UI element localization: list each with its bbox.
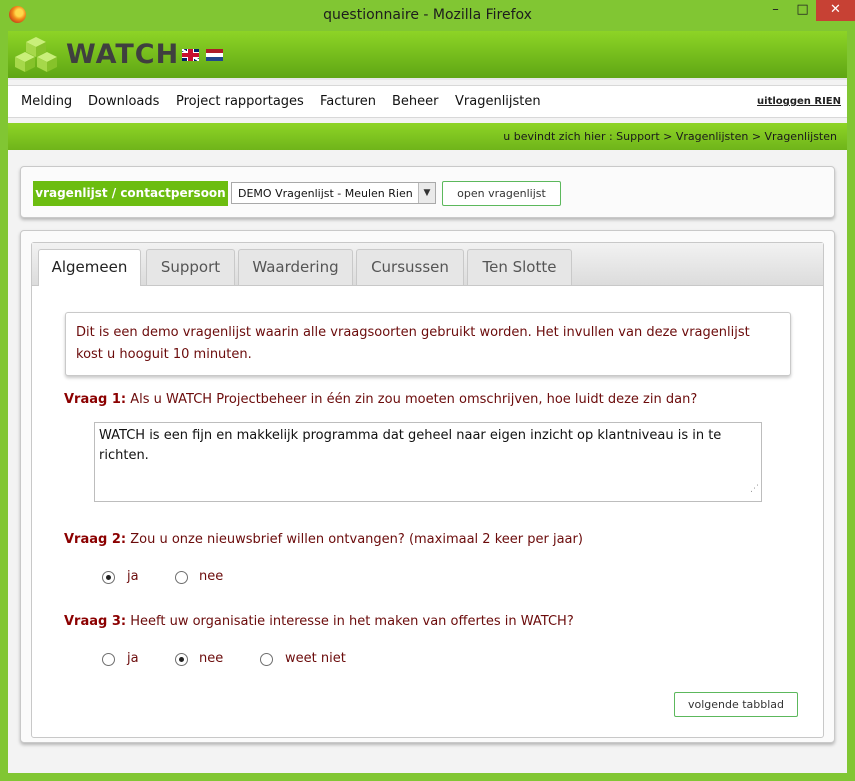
question-3-option-ja[interactable]: ja — [127, 651, 139, 666]
window-frame-left — [0, 31, 8, 781]
question-1-text: Als u WATCH Projectbeheer in één zin zou… — [130, 392, 698, 407]
questionnaire-selector-panel: vragenlijst / contactpersoon DEMO Vragen… — [20, 166, 835, 218]
window-title: questionnaire - Mozilla Firefox — [323, 7, 532, 23]
menu-item-vragenlijsten[interactable]: Vragenlijsten — [455, 94, 541, 109]
tab-waardering[interactable]: Waardering — [238, 249, 353, 285]
question-3-radio-nee[interactable] — [175, 653, 188, 666]
breadcrumb: u bevindt zich hier : Support > Vragenli… — [503, 130, 837, 143]
intro-text: Dit is een demo vragenlijst waarin alle … — [76, 325, 750, 362]
site-logo-text: WATCH — [66, 39, 180, 70]
chevron-down-icon[interactable]: ▼ — [418, 183, 435, 203]
question-2-option-ja[interactable]: ja — [127, 569, 139, 584]
tab-ten-slotte[interactable]: Ten Slotte — [467, 249, 572, 285]
window-frame-bottom — [0, 773, 855, 781]
menu-item-downloads[interactable]: Downloads — [88, 94, 159, 109]
breadcrumb-bar: u bevindt zich hier : Support > Vragenli… — [8, 123, 847, 150]
tab-support[interactable]: Support — [146, 249, 235, 285]
question-1-answer: WATCH is een fijn en makkelijk programma… — [99, 428, 722, 463]
question-3-radio-ja[interactable] — [102, 653, 115, 666]
questionnaire-panel: Algemeen Support Waardering Cursussen Te… — [20, 230, 835, 743]
questionnaire-select[interactable]: DEMO Vragenlijst - Meulen Rien ▼ — [231, 182, 436, 204]
close-window-button[interactable]: ✕ — [816, 0, 855, 21]
tabs-container: Algemeen Support Waardering Cursussen Te… — [31, 242, 824, 738]
question-2-radio-ja[interactable] — [102, 571, 115, 584]
question-2-text: Zou u onze nieuwsbrief willen ontvangen?… — [130, 532, 583, 547]
tab-strip: Algemeen Support Waardering Cursussen Te… — [32, 243, 823, 286]
english-flag-icon[interactable] — [182, 49, 199, 61]
window-frame-right — [847, 31, 855, 781]
question-3-option-nee[interactable]: nee — [199, 651, 223, 666]
questionnaire-select-value: DEMO Vragenlijst - Meulen Rien — [238, 187, 413, 200]
open-questionnaire-button[interactable]: open vragenlijst — [442, 181, 561, 206]
question-2-radio-nee[interactable] — [175, 571, 188, 584]
menu-item-facturen[interactable]: Facturen — [320, 94, 376, 109]
menu-item-project-rapportages[interactable]: Project rapportages — [176, 94, 304, 109]
question-2-label: Vraag 2: — [64, 532, 127, 547]
main-menu: Melding Downloads Project rapportages Fa… — [8, 85, 847, 118]
question-3: Vraag 3: Heeft uw organisatie interesse … — [64, 614, 574, 629]
question-2-option-nee[interactable]: nee — [199, 569, 223, 584]
page-viewport: WATCH Melding Downloads Project rapporta… — [8, 31, 847, 773]
resize-grip-icon[interactable]: ⋰ — [750, 479, 759, 499]
tab-cursussen[interactable]: Cursussen — [356, 249, 464, 285]
menu-item-melding[interactable]: Melding — [21, 94, 72, 109]
question-3-option-weet-niet[interactable]: weet niet — [285, 651, 346, 666]
logout-link[interactable]: uitloggen RIEN — [757, 96, 841, 107]
question-3-label: Vraag 3: — [64, 614, 127, 629]
maximize-button[interactable]: □ — [789, 0, 816, 21]
watch-logo-icon — [15, 37, 57, 72]
question-1-answer-textarea[interactable]: WATCH is een fijn en makkelijk programma… — [94, 422, 762, 502]
site-header: WATCH — [8, 31, 847, 80]
minimize-button[interactable]: – — [762, 0, 789, 21]
menu-item-beheer[interactable]: Beheer — [392, 94, 439, 109]
dutch-flag-icon[interactable] — [206, 49, 223, 61]
window-titlebar: questionnaire - Mozilla Firefox – □ ✕ — [0, 0, 855, 31]
question-1-label: Vraag 1: — [64, 392, 127, 407]
question-1: Vraag 1: Als u WATCH Projectbeheer in éé… — [64, 392, 697, 407]
question-3-text: Heeft uw organisatie interesse in het ma… — [130, 614, 574, 629]
tab-algemeen[interactable]: Algemeen — [38, 249, 141, 286]
question-2: Vraag 2: Zou u onze nieuwsbrief willen o… — [64, 532, 583, 547]
selector-label: vragenlijst / contactpersoon — [33, 181, 228, 206]
intro-box: Dit is een demo vragenlijst waarin alle … — [65, 312, 791, 376]
next-tab-button[interactable]: volgende tabblad — [674, 692, 798, 717]
question-3-radio-weet-niet[interactable] — [260, 653, 273, 666]
tab-body-algemeen: Dit is een demo vragenlijst waarin alle … — [32, 286, 823, 737]
